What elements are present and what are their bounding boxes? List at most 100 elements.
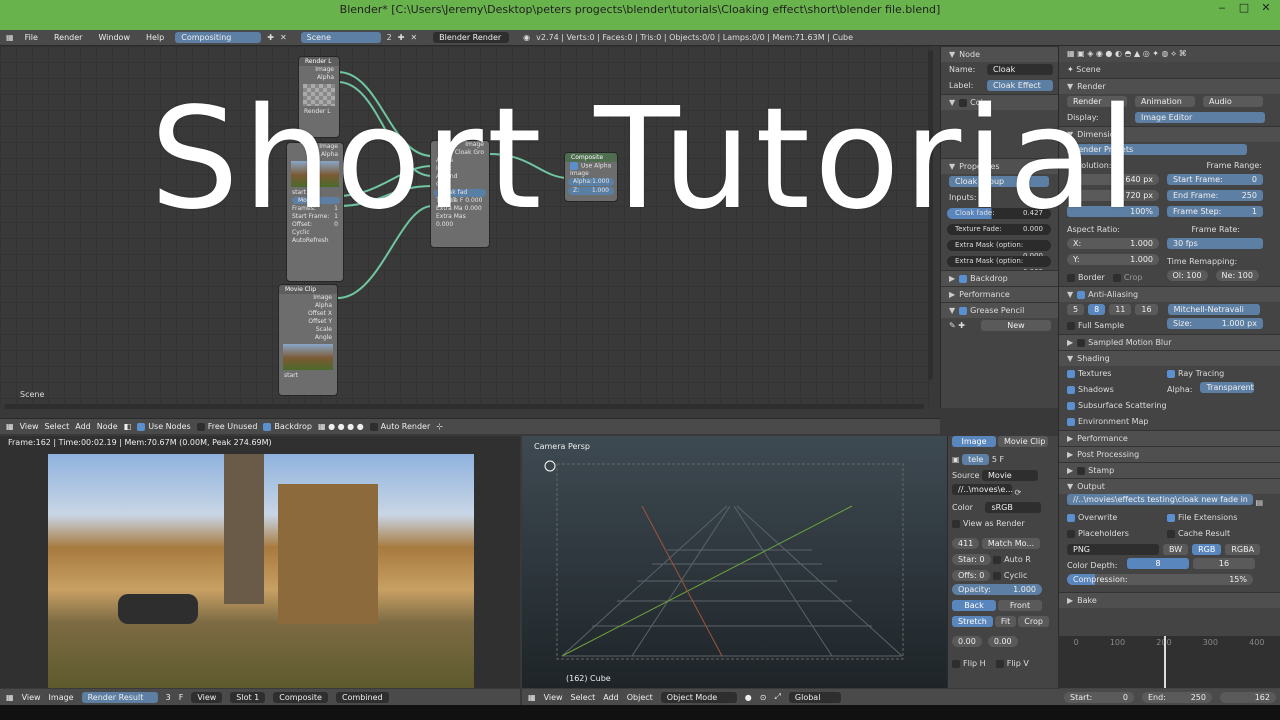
fit-button[interactable]: Fit	[994, 616, 1017, 627]
clip-file[interactable]: start	[279, 372, 337, 380]
match-movie-button[interactable]: Match Mo...	[981, 538, 1041, 549]
menu-select[interactable]: Select	[571, 693, 596, 702]
frames-field[interactable]: 411	[952, 538, 980, 549]
menu-select[interactable]: Select	[45, 422, 70, 431]
time-new-field[interactable]: Ne: 100	[1215, 270, 1259, 281]
pivot-icon[interactable]: ⊙	[760, 693, 767, 702]
env-map-checkbox[interactable]	[1067, 417, 1075, 426]
alpha-select[interactable]: Transparent	[1200, 382, 1255, 393]
new-button[interactable]: New	[981, 320, 1051, 331]
stretch-button[interactable]: Stretch	[952, 616, 993, 627]
ray-tracing-checkbox[interactable]	[1167, 369, 1175, 378]
backdrop-section-header[interactable]: Backdrop	[970, 274, 1008, 283]
color-bw-button[interactable]: BW	[1163, 544, 1189, 555]
menu-view[interactable]: View	[22, 693, 41, 702]
timeline[interactable]: 0 100 200 300 400	[1058, 636, 1280, 688]
editor-type-icon[interactable]: ▦	[6, 422, 14, 431]
stamp-checkbox[interactable]	[1077, 466, 1086, 475]
placeholders-checkbox[interactable]	[1067, 529, 1075, 538]
color-rgb-button[interactable]: RGB	[1192, 544, 1222, 555]
shading-section-header[interactable]: Shading	[1077, 354, 1110, 363]
output-section-header[interactable]: Output	[1077, 482, 1105, 491]
offset-x-field[interactable]: 0.00	[952, 636, 982, 647]
back-button[interactable]: Back	[952, 600, 996, 611]
aspect-y-value[interactable]: 1.000	[1130, 254, 1153, 265]
horizontal-scrollbar[interactable]	[4, 404, 924, 409]
add-scene-icon[interactable]: ✚	[398, 33, 405, 42]
file-path-field[interactable]: //..\moves\e...	[952, 484, 1012, 495]
performance-section-header[interactable]: Performance	[1077, 434, 1128, 443]
add-layout-icon[interactable]: ✚	[267, 33, 274, 42]
node-tree-type-icon[interactable]: ◧	[124, 422, 132, 431]
aa-samples-11[interactable]: 11	[1109, 304, 1132, 315]
crop-checkbox[interactable]	[1112, 273, 1121, 282]
slot-select[interactable]: Slot 1	[230, 691, 266, 703]
free-unused-checkbox[interactable]	[196, 422, 205, 431]
depth-16-button[interactable]: 16	[1193, 558, 1255, 569]
aa-filter-select[interactable]: Mitchell-Netravali	[1167, 304, 1260, 315]
anti-aliasing-checkbox[interactable]	[1077, 290, 1086, 299]
menu-object[interactable]: Object	[627, 693, 653, 702]
aa-samples-8[interactable]: 8	[1088, 304, 1106, 315]
menu-help[interactable]: Help	[141, 33, 169, 42]
source-select[interactable]: Movie	[982, 470, 1039, 481]
file-extensions-checkbox[interactable]	[1167, 513, 1175, 522]
performance-section-header[interactable]: Performance	[959, 290, 1010, 299]
offset-y-field[interactable]: 0.00	[987, 636, 1018, 647]
orientation-select[interactable]: Global	[788, 691, 841, 703]
aa-samples-16[interactable]: 16	[1135, 304, 1158, 315]
backdrop-checkbox[interactable]	[263, 422, 272, 431]
3d-viewport[interactable]: Camera Persp (162) Cube	[522, 436, 947, 688]
render-engine-selector[interactable]: Blender Render	[433, 32, 510, 43]
color-space-select[interactable]: sRGB	[985, 502, 1042, 513]
depth-8-button[interactable]: 8	[1127, 558, 1189, 569]
menu-view[interactable]: View	[544, 693, 563, 702]
stamp-section-header[interactable]: Stamp	[1088, 466, 1114, 475]
extra-mask-2-slider[interactable]: Extra Mask (option:0.000	[947, 256, 1051, 276]
image-name-field[interactable]: tele	[962, 454, 990, 465]
remove-layout-icon[interactable]: ✕	[280, 33, 287, 42]
post-processing-section-header[interactable]: Post Processing	[1077, 450, 1139, 459]
audio-button[interactable]: Audio	[1203, 96, 1263, 107]
editor-type-icon[interactable]: ▦	[6, 693, 14, 702]
remove-scene-icon[interactable]: ✕	[410, 33, 417, 42]
node-section-header[interactable]: Node	[959, 50, 980, 59]
snap-icon[interactable]: ⊹	[436, 422, 443, 431]
pass-select[interactable]: Combined	[335, 691, 389, 703]
full-sample-checkbox[interactable]	[1067, 321, 1075, 330]
overwrite-checkbox[interactable]	[1067, 513, 1075, 522]
start-frame-value[interactable]: 0	[1252, 174, 1257, 185]
frame-step-value[interactable]: 1	[1252, 206, 1257, 217]
sss-checkbox[interactable]	[1067, 401, 1075, 410]
image-tab[interactable]: Image	[952, 436, 996, 447]
fake-user-button[interactable]: F	[179, 693, 184, 702]
layout-selector[interactable]: Compositing	[175, 32, 262, 43]
crop-button[interactable]: Crop	[1018, 616, 1049, 627]
menu-node[interactable]: Node	[97, 422, 118, 431]
folder-icon[interactable]: ▤	[1256, 498, 1264, 507]
auto-refresh-checkbox[interactable]	[993, 555, 1002, 564]
cache-result-checkbox[interactable]	[1167, 529, 1175, 538]
aa-samples-5[interactable]: 5	[1067, 304, 1085, 315]
menu-add[interactable]: Add	[75, 422, 91, 431]
current-frame-field[interactable]: 162	[1220, 691, 1276, 703]
size-value[interactable]: 1.000 px	[1222, 318, 1257, 329]
menu-add[interactable]: Add	[603, 693, 619, 702]
motion-blur-checkbox[interactable]	[1077, 338, 1086, 347]
offset-field[interactable]: Offs: 0	[952, 570, 991, 581]
start-field[interactable]: Star: 0	[952, 554, 991, 565]
start-value[interactable]: 0	[1123, 692, 1128, 703]
movie-clip-tab[interactable]: Movie Clip	[998, 436, 1048, 447]
manipulator-icon[interactable]: ⤢	[774, 692, 780, 702]
menu-file[interactable]: File	[20, 33, 43, 42]
anti-aliasing-section-header[interactable]: Anti-Aliasing	[1088, 290, 1138, 299]
close-button[interactable]: ✕	[1252, 1, 1280, 15]
menu-window[interactable]: Window	[93, 33, 135, 42]
shadows-checkbox[interactable]	[1067, 385, 1075, 394]
flip-v-checkbox[interactable]	[995, 659, 1004, 668]
auto-render-checkbox[interactable]	[369, 422, 378, 431]
front-button[interactable]: Front	[998, 600, 1042, 611]
textures-checkbox[interactable]	[1067, 369, 1075, 378]
menu-render[interactable]: Render	[49, 33, 87, 42]
file-format-select[interactable]: PNG	[1067, 544, 1159, 555]
